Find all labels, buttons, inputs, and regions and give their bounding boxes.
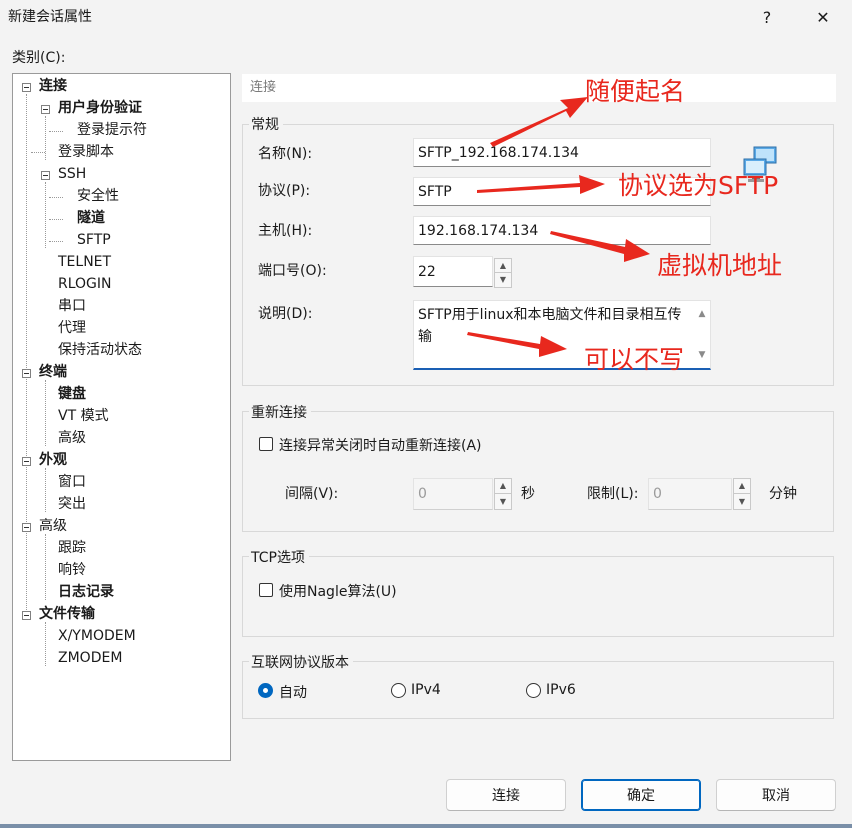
annotation-description: 可以不写 [584,345,685,374]
annotation-arrows [467,97,650,357]
annotation-protocol: 协议选为SFTP [618,171,779,200]
annotation-host: 虚拟机地址 [657,251,783,280]
annotation-name: 随便起名 [585,77,686,106]
